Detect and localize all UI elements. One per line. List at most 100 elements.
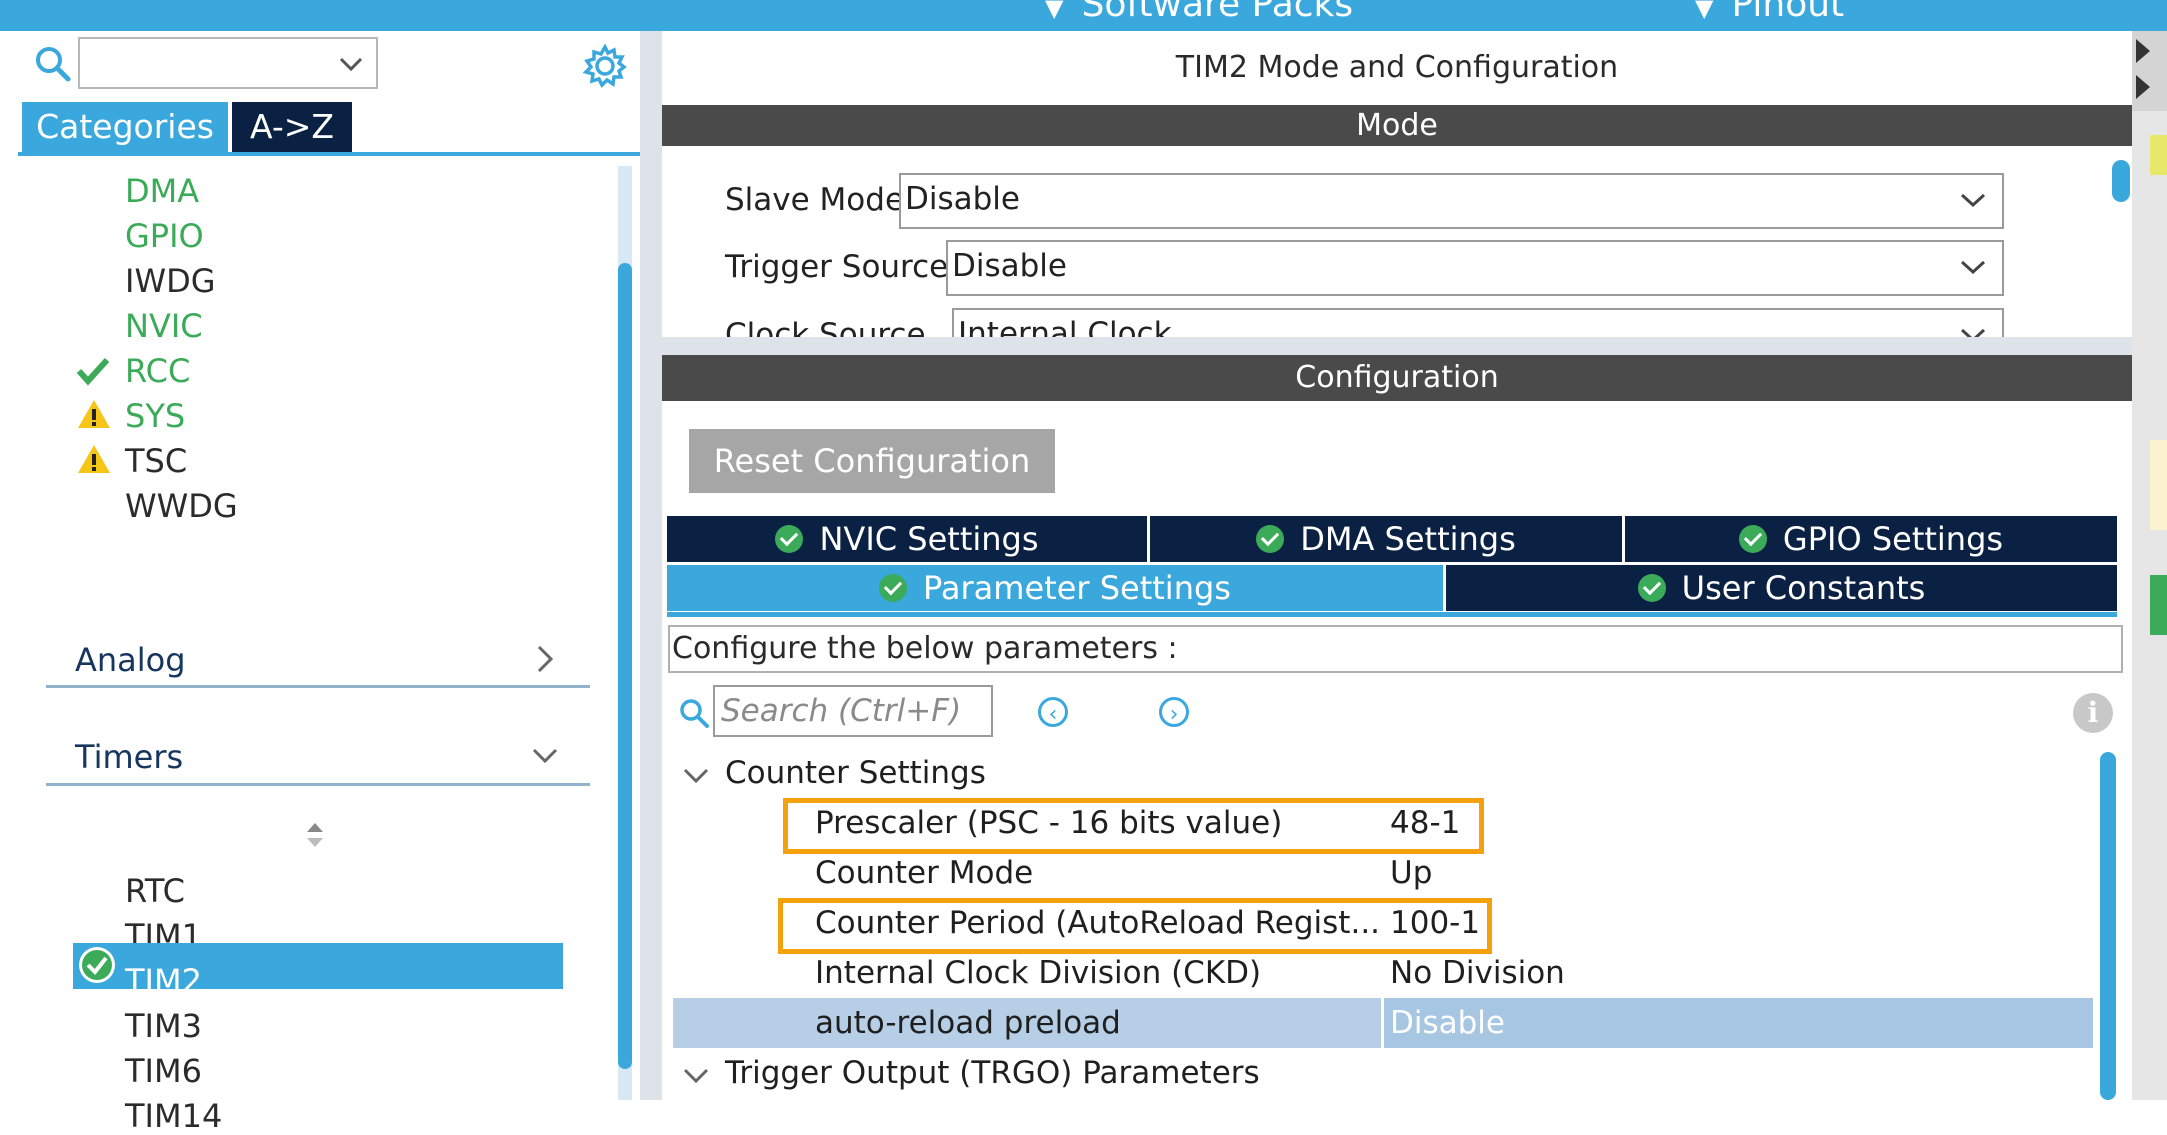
category-item-wwdg[interactable]: WWDG (125, 487, 238, 525)
category-item-nvic[interactable]: NVIC (125, 307, 203, 345)
slave-mode-select[interactable]: Disable (899, 173, 2004, 229)
category-item-gpio[interactable]: GPIO (125, 217, 204, 255)
parameters-scrollbar-thumb[interactable] (2100, 752, 2116, 1100)
tab-parameter-label: Parameter Settings (923, 569, 1231, 607)
trigger-source-value: Disable (952, 248, 1067, 284)
search-icon[interactable] (34, 45, 72, 83)
page-title: TIM2 Mode and Configuration (1175, 50, 1619, 85)
right-side-strip (2132, 31, 2167, 1100)
check-circle-icon (879, 574, 908, 602)
timer-item-tim3[interactable]: TIM3 (125, 1007, 202, 1045)
chevron-down-icon (339, 57, 363, 72)
gear-icon[interactable] (583, 44, 627, 88)
left-scrollbar-thumb[interactable] (618, 263, 632, 1069)
search-combo[interactable] (78, 37, 378, 89)
clock-source-select[interactable]: Internal Clock (952, 308, 2004, 337)
tab-user-constants[interactable]: User Constants (1446, 565, 2117, 611)
tab-parameter-settings[interactable]: Parameter Settings (667, 565, 1443, 611)
param-clock-division-value[interactable]: No Division (1390, 955, 1565, 991)
param-auto-reload-value[interactable]: Disable (1390, 1005, 1505, 1041)
highlight-box-prescaler (783, 798, 1484, 854)
timer-item-tim2[interactable]: TIM2 (125, 962, 202, 1000)
tab-categories[interactable]: Categories (22, 102, 228, 152)
param-counter-mode-label: Counter Mode (815, 855, 1034, 891)
trigger-source-label: Trigger Source (725, 249, 949, 285)
group-timers[interactable]: Timers (75, 738, 183, 776)
clock-source-label: Clock Source (725, 317, 926, 337)
clock-source-value: Internal Clock (958, 316, 1172, 337)
slave-mode-value: Disable (905, 181, 1020, 217)
tab-gpio-label: GPIO Settings (1782, 520, 2004, 558)
check-circle-icon (1637, 574, 1666, 602)
parameter-search-input[interactable]: Search (Ctrl+F) (713, 685, 993, 737)
dropdown-caret-icon: ▼ (1695, 0, 1714, 22)
chevron-down-icon (1960, 328, 1986, 337)
group-divider (46, 685, 590, 688)
chevron-down-icon[interactable] (681, 764, 711, 788)
next-result-icon[interactable]: › (1159, 697, 1189, 727)
timer-item-rtc[interactable]: RTC (125, 872, 185, 910)
timer-item-tim14[interactable]: TIM14 (125, 1097, 222, 1135)
category-item-rcc[interactable]: RCC (125, 352, 190, 390)
tab-dma-label: DMA Settings (1300, 520, 1516, 558)
pin-marker-yellow (2150, 135, 2167, 175)
pinout-label: Pinout (1731, 0, 1845, 25)
tab-gpio-settings[interactable]: GPIO Settings (1625, 516, 2117, 562)
tabs-underline (18, 152, 640, 156)
chevron-down-icon[interactable] (681, 1064, 711, 1088)
mode-section: Slave Mode Disable Trigger Source Disabl… (662, 150, 2112, 337)
software-packs-label: Software Packs (1081, 0, 1354, 25)
top-menu-bar: ▼ Software Packs ▼ Pinout (0, 0, 2167, 31)
previous-result-icon[interactable]: ‹ (1038, 697, 1068, 727)
mode-scrollbar-thumb[interactable] (2112, 160, 2130, 202)
group-analog[interactable]: Analog (75, 641, 186, 679)
reset-configuration-button[interactable]: Reset Configuration (689, 429, 1055, 493)
category-item-dma[interactable]: DMA (125, 172, 199, 210)
check-circle-icon (79, 947, 115, 983)
trigger-output-group[interactable]: Trigger Output (TRGO) Parameters (725, 1055, 1260, 1091)
chevron-down-icon[interactable] (530, 743, 560, 769)
param-clock-division-label: Internal Clock Division (CKD) (815, 955, 1262, 991)
highlight-box-counter-period (778, 898, 1492, 954)
param-auto-reload-label: auto-reload preload (815, 1005, 1121, 1041)
slave-mode-label: Slave Mode (725, 182, 905, 218)
chevron-down-icon (1960, 193, 1986, 208)
category-item-sys[interactable]: SYS (125, 397, 185, 435)
info-icon[interactable]: i (2073, 693, 2113, 733)
tab-user-constants-label: User Constants (1681, 569, 1926, 607)
pinout-menu[interactable]: ▼ Pinout (1695, 0, 1844, 25)
row-divider (1381, 998, 1384, 1048)
category-item-tsc[interactable]: TSC (125, 442, 187, 480)
search-icon (680, 699, 709, 728)
tab-nvic-label: NVIC Settings (819, 520, 1039, 558)
tab-dma-settings[interactable]: DMA Settings (1150, 516, 1622, 562)
group-divider (46, 783, 590, 786)
configure-parameters-label: Configure the below parameters : (668, 625, 2123, 673)
check-icon (76, 357, 110, 386)
param-counter-mode-value[interactable]: Up (1390, 855, 1432, 891)
dropdown-caret-icon: ▼ (1045, 0, 1064, 22)
timer-item-tim6[interactable]: TIM6 (125, 1052, 202, 1090)
mode-header: Mode (662, 105, 2132, 146)
sort-icon[interactable] (304, 819, 326, 851)
chevron-down-icon (1960, 260, 1986, 275)
pin-marker-green (2150, 575, 2167, 635)
trigger-source-select[interactable]: Disable (946, 240, 2004, 296)
panel-splitter[interactable] (640, 31, 662, 1100)
tab-a-z[interactable]: A->Z (232, 102, 352, 152)
software-packs-menu[interactable]: ▼ Software Packs (1045, 0, 1353, 25)
warning-icon (78, 400, 110, 428)
check-circle-icon (775, 525, 804, 553)
check-circle-icon (1256, 525, 1285, 553)
check-circle-icon (1738, 525, 1767, 553)
collapse-arrows-icon[interactable] (2132, 31, 2167, 111)
pin-marker-cream (2150, 440, 2167, 530)
configuration-header: Configuration (662, 355, 2132, 401)
chevron-right-icon[interactable] (533, 641, 557, 677)
counter-settings-group[interactable]: Counter Settings (725, 755, 986, 791)
categories-panel: Categories A->Z DMA GPIO IWDG NVIC RCC S… (0, 31, 640, 1135)
tabs-underline (667, 612, 2117, 617)
tab-nvic-settings[interactable]: NVIC Settings (667, 516, 1147, 562)
category-item-iwdg[interactable]: IWDG (125, 262, 216, 300)
warning-icon (78, 445, 110, 473)
